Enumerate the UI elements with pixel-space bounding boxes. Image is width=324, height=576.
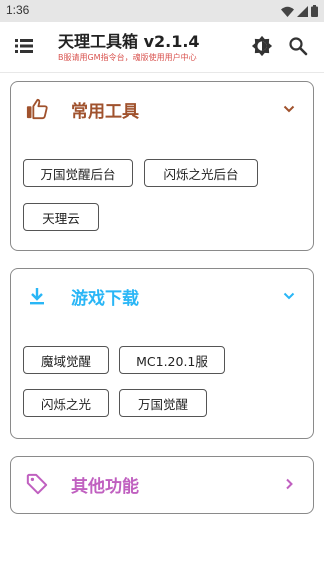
tool-chip-tianli-cloud[interactable]: 天理云 [23,203,99,231]
app-title: 天理工具箱 v2.1.4 [58,32,200,51]
section-header-downloads[interactable]: 游戏下载 [11,269,315,323]
thumbs-up-icon [25,97,49,121]
status-time: 1:36 [6,3,30,17]
game-chip-rok[interactable]: 万国觉醒 [119,389,207,417]
chevron-down-icon[interactable] [277,284,301,308]
list-icon [15,39,33,53]
app-subtitle: B服请用GM指令台，魂版使用用户中心 [58,53,197,62]
section-title-other: 其他功能 [71,477,139,497]
section-card-other: 其他功能 [10,456,314,514]
search-button[interactable] [286,34,310,58]
brightness-icon [251,35,273,57]
tool-chip-flash-admin[interactable]: 闪烁之光后台 [144,159,258,187]
section-title-tools: 常用工具 [71,102,139,122]
section-card-tools: 常用工具 万国觉醒后台 闪烁之光后台 天理云 [10,81,314,251]
section-header-tools[interactable]: 常用工具 [11,82,315,136]
app-bar-divider [0,72,324,73]
game-chip-flash[interactable]: 闪烁之光 [23,389,109,417]
search-icon [289,37,308,56]
tool-chip-rok-admin[interactable]: 万国觉醒后台 [23,159,133,187]
cellular-icon [297,5,308,17]
status-icons [281,5,318,17]
app-bar: 天理工具箱 v2.1.4 B服请用GM指令台，魂版使用用户中心 [0,22,324,72]
section-header-other[interactable]: 其他功能 [11,457,315,511]
chevron-down-icon[interactable] [277,97,301,121]
chevron-right-icon[interactable] [277,472,301,496]
status-bar: 1:36 [0,0,324,22]
wifi-icon [281,6,294,17]
battery-icon [311,5,318,17]
section-title-downloads: 游戏下载 [71,289,139,309]
game-chip-moyu[interactable]: 魔域觉醒 [23,346,109,374]
theme-toggle-button[interactable] [250,34,274,58]
section-card-downloads: 游戏下载 魔域觉醒 MC1.20.1服 闪烁之光 万国觉醒 [10,268,314,439]
download-icon [25,284,49,308]
tag-icon [25,472,49,496]
menu-button[interactable] [12,34,36,58]
game-chip-mc[interactable]: MC1.20.1服 [119,346,225,374]
